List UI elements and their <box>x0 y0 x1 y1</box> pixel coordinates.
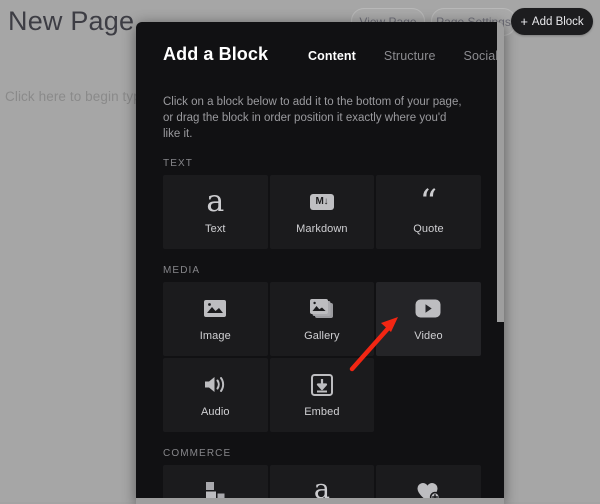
block-tile-markdown[interactable]: M↓ Markdown <box>269 175 375 249</box>
markdown-icon: M↓ <box>309 190 335 214</box>
block-tile-quote[interactable]: “ Quote <box>376 175 481 249</box>
block-label: Text <box>205 222 226 235</box>
section-media: MEDIA Image Gallery Video Audio Embed <box>136 265 497 432</box>
section-text: TEXT a Text M↓ Markdown “ Quote <box>136 158 497 249</box>
modal-header: Add a Block Content Structure Social <box>136 42 497 88</box>
speaker-icon <box>202 373 228 397</box>
embed-download-icon <box>309 373 335 397</box>
add-a-block-modal: Add a Block Content Structure Social Cli… <box>136 22 504 504</box>
modal-title: Add a Block <box>163 44 269 64</box>
block-tile-embed[interactable]: Embed <box>269 358 375 432</box>
modal-horizontal-scrollbar[interactable] <box>136 498 504 504</box>
page-title: New Page <box>8 6 135 36</box>
letter-a-icon: a <box>206 183 225 219</box>
image-icon <box>202 297 228 321</box>
section-label-media: MEDIA <box>163 265 201 276</box>
block-tile-empty-slot <box>376 358 481 432</box>
section-label-text: TEXT <box>163 158 193 169</box>
video-play-icon <box>415 297 441 321</box>
tab-content[interactable]: Content <box>308 49 356 63</box>
block-tile-text[interactable]: a Text <box>163 175 268 249</box>
block-label: Markdown <box>296 222 348 235</box>
block-label: Video <box>414 329 443 342</box>
tab-social[interactable]: Social <box>464 49 497 63</box>
block-label: Audio <box>200 405 230 418</box>
block-label: Embed <box>304 405 340 418</box>
block-label: Image <box>199 329 231 342</box>
block-tile-gallery[interactable]: Gallery <box>269 282 375 356</box>
block-label: Quote <box>413 222 444 235</box>
modal-description: Click on a block below to add it to the … <box>163 96 462 140</box>
block-tile-image[interactable]: Image <box>163 282 268 356</box>
plus-icon: + <box>520 14 528 29</box>
block-tile-audio[interactable]: Audio <box>163 358 268 432</box>
modal-tabs: Content Structure Social <box>308 49 497 63</box>
section-label-commerce: COMMERCE <box>163 448 232 459</box>
quote-icon: “ <box>419 181 438 222</box>
add-block-label: Add Block <box>531 15 584 28</box>
block-label: Gallery <box>304 329 340 342</box>
modal-vertical-scrollbar[interactable] <box>497 22 504 322</box>
gallery-icon <box>309 297 335 321</box>
add-block-button[interactable]: + Add Block <box>511 8 593 35</box>
block-grid-text: a Text M↓ Markdown “ Quote <box>163 175 481 249</box>
block-tile-video[interactable]: Video <box>376 282 481 356</box>
section-commerce: COMMERCE Product a <box>136 448 497 504</box>
block-grid-media: Image Gallery Video Audio Embed <box>163 282 481 432</box>
tab-structure[interactable]: Structure <box>384 49 436 63</box>
